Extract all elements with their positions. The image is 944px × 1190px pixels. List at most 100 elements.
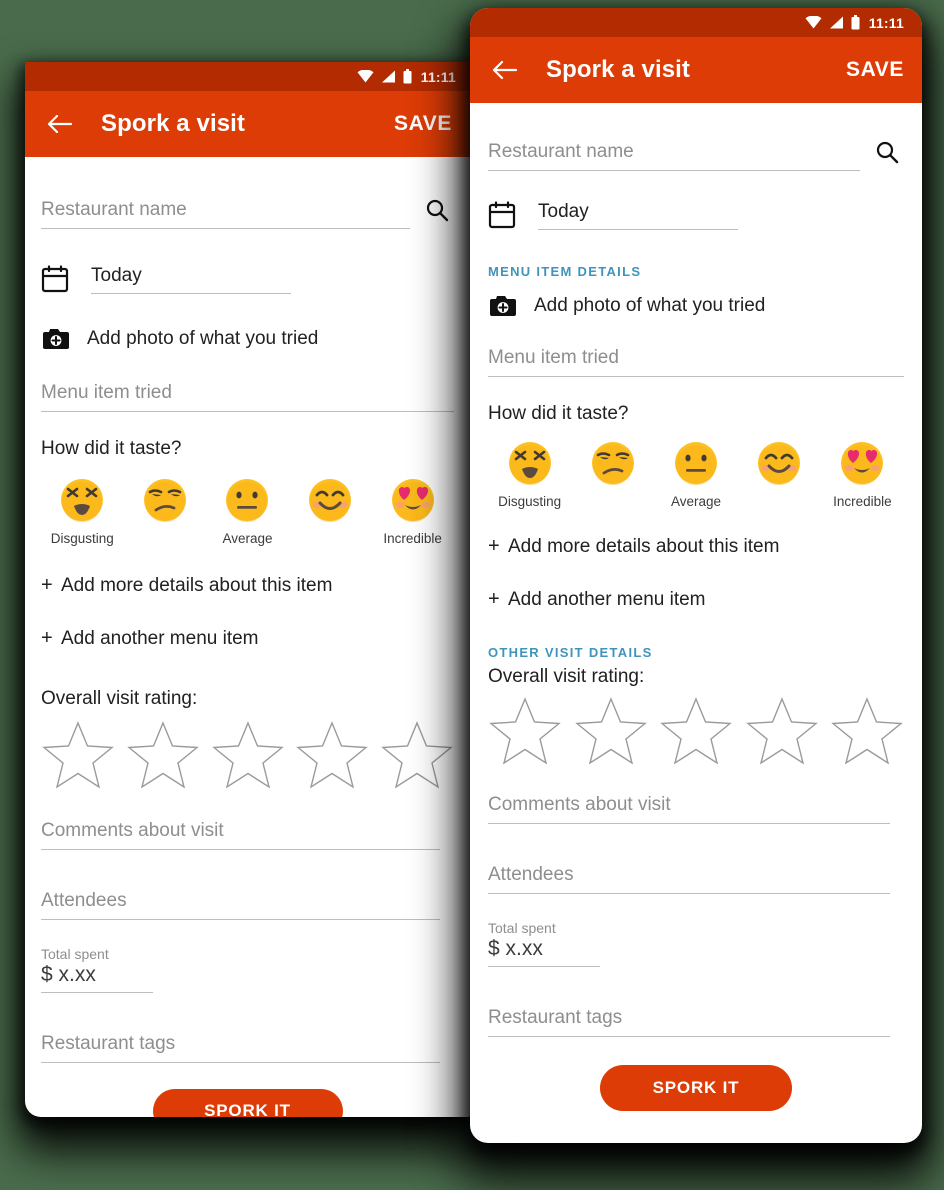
emoji-heart-eyes-icon [391,479,434,522]
taste-option-average[interactable]: Average [206,478,289,546]
back-arrow-icon[interactable] [43,108,75,140]
visit-date-row: Today [488,199,904,230]
taste-option-label: Incredible [833,494,892,509]
star-icon[interactable] [574,696,648,766]
signal-icon [381,70,395,83]
battery-icon [851,15,860,30]
submit-row: SPORK IT [41,1089,454,1117]
add-another-item-button[interactable]: + Add another menu item [488,588,904,611]
wifi-icon [357,70,374,83]
status-bar-time: 11:11 [868,14,904,31]
add-another-item-button[interactable]: + Add another menu item [41,627,454,650]
total-spent-value: $ x.xx [488,937,543,960]
page-title: Spork a visit [546,56,691,83]
comments-placeholder: Comments about visit [41,820,224,841]
phone-mockup-right: 11:11 Spork a visit SAVE Restaurant name [470,8,922,1143]
taste-option-disgusting[interactable]: Disgusting [488,441,571,509]
plus-icon: + [488,535,500,557]
status-bar-time: 11:11 [420,68,456,85]
taste-option-label: Average [670,494,722,509]
app-bar-right: Spork a visit SAVE [470,37,922,103]
total-spent-value: $ x.xx [41,963,96,986]
taste-option-unamused[interactable] [124,478,207,546]
restaurant-tags-placeholder: Restaurant tags [488,1007,623,1028]
search-icon[interactable] [870,135,904,169]
add-another-item-label: Add another menu item [61,628,259,649]
back-arrow-icon[interactable] [488,54,520,86]
add-another-item-label: Add another menu item [508,589,706,610]
taste-option-incredible[interactable]: Incredible [371,478,454,546]
total-spent-field[interactable]: Total spent $ x.xx [488,920,904,967]
plus-icon: + [41,627,53,649]
restaurant-name-row: Restaurant name [488,135,904,171]
taste-option-unamused[interactable] [571,441,654,509]
search-icon[interactable] [420,193,454,227]
star-icon[interactable] [380,720,454,790]
attendees-field[interactable]: Attendees [41,884,440,920]
attendees-placeholder: Attendees [41,890,127,911]
taste-option-good[interactable] [738,441,821,509]
star-icon[interactable] [126,720,200,790]
spork-it-button[interactable]: SPORK IT [152,1089,343,1117]
add-more-details-button[interactable]: + Add more details about this item [41,574,454,597]
overall-rating-label: Overall visit rating: [488,666,645,687]
calendar-icon[interactable] [488,200,516,229]
submit-row: SPORK IT [488,1065,904,1111]
star-icon[interactable] [659,696,733,766]
taste-option-label: Disgusting [50,531,114,546]
star-icon[interactable] [745,696,819,766]
save-button[interactable]: SAVE [394,112,452,136]
comments-placeholder: Comments about visit [488,794,671,815]
star-icon[interactable] [488,696,562,766]
restaurant-name-field[interactable]: Restaurant name [41,193,410,229]
add-more-details-button[interactable]: + Add more details about this item [488,535,904,558]
add-photo-row[interactable]: Add photo of what you tried [41,326,454,352]
phone-mockup-left: 11:11 Spork a visit SAVE Restaurant name [25,62,470,1117]
restaurant-tags-field[interactable]: Restaurant tags [488,1001,890,1037]
taste-option-average[interactable]: Average [654,441,737,509]
restaurant-name-field[interactable]: Restaurant name [488,135,860,171]
save-button[interactable]: SAVE [846,58,904,82]
emoji-smiling-icon [758,442,801,485]
stage: 11:11 Spork a visit SAVE Restaurant name [0,0,944,1190]
taste-option-good[interactable] [289,478,372,546]
spork-it-button[interactable]: SPORK IT [600,1065,792,1111]
overall-rating-stars [488,696,904,766]
emoji-neutral-icon [226,479,269,522]
star-icon[interactable] [830,696,904,766]
star-icon[interactable] [41,720,115,790]
menu-item-field[interactable]: Menu item tried [488,341,904,377]
taste-emoji-row: Disgusting Average Incredible [41,478,454,546]
attendees-field[interactable]: Attendees [488,858,890,894]
emoji-smiling-icon [309,479,352,522]
total-spent-field[interactable]: Total spent $ x.xx [41,946,454,993]
taste-option-disgusting[interactable]: Disgusting [41,478,124,546]
taste-option-incredible[interactable]: Incredible [821,441,904,509]
calendar-icon[interactable] [41,264,69,293]
comments-field[interactable]: Comments about visit [41,814,440,850]
taste-emoji-row: Disgusting Average Incredible [488,441,904,509]
emoji-unamused-icon [143,479,186,522]
wifi-icon [805,16,822,29]
add-more-details-label: Add more details about this item [508,536,780,557]
comments-field[interactable]: Comments about visit [488,788,890,824]
visit-date-value: Today [538,201,589,222]
star-icon[interactable] [295,720,369,790]
add-photo-row[interactable]: Add photo of what you tried [488,293,904,319]
form-body-right: Restaurant name Today MENU ITEM DETAILS [470,135,922,1111]
attendees-placeholder: Attendees [488,864,574,885]
emoji-heart-eyes-icon [841,442,884,485]
app-bar-left: Spork a visit SAVE [25,91,470,157]
visit-date-field[interactable]: Today [91,263,291,294]
restaurant-tags-field[interactable]: Restaurant tags [41,1027,440,1063]
add-more-details-label: Add more details about this item [61,575,333,596]
total-spent-underline [41,992,153,993]
restaurant-name-placeholder: Restaurant name [488,141,634,162]
add-photo-camera-icon [490,296,516,316]
taste-option-label: Disgusting [498,494,562,509]
star-icon[interactable] [211,720,285,790]
menu-item-placeholder: Menu item tried [41,382,172,403]
visit-date-field[interactable]: Today [538,199,738,230]
menu-item-field[interactable]: Menu item tried [41,376,454,412]
emoji-disgusted-icon [61,479,104,522]
